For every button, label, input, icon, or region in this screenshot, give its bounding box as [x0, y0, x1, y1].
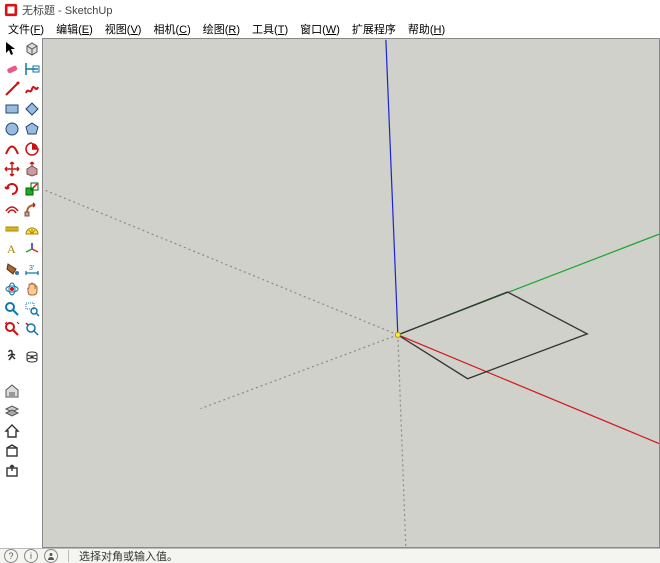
walk-tool[interactable] [3, 348, 21, 366]
circle-tool[interactable] [3, 120, 21, 138]
menu-ext[interactable]: 扩展程序 [346, 21, 402, 37]
rectangle-tool[interactable] [3, 100, 21, 118]
status-hint: 选择对角或输入值。 [79, 548, 178, 563]
axes-tool[interactable] [23, 240, 41, 258]
title-bar: 无标题 - SketchUp [0, 0, 660, 20]
dimension-tool-alt[interactable] [23, 60, 41, 78]
line-tool[interactable] [3, 80, 21, 98]
menu-edit[interactable]: 编辑(E) [50, 21, 99, 37]
menu-help[interactable]: 帮助(H) [402, 21, 451, 37]
select-tool[interactable] [3, 40, 21, 58]
info-icon[interactable]: i [24, 549, 38, 563]
menu-view[interactable]: 视图(V) [99, 21, 148, 37]
zoom-extents-tool[interactable] [3, 320, 21, 338]
text-tool[interactable]: A [3, 240, 21, 258]
move-tool[interactable] [3, 160, 21, 178]
section-tool[interactable] [23, 348, 41, 366]
menu-tools[interactable]: 工具(T) [246, 21, 294, 37]
svg-text:3': 3' [29, 265, 34, 272]
house-tool[interactable] [3, 422, 21, 440]
work-area: A 3' [0, 38, 660, 548]
followme-tool[interactable] [23, 200, 41, 218]
eraser-tool[interactable] [3, 60, 21, 78]
dimension-tool[interactable]: 3' [23, 260, 41, 278]
svg-text:A: A [7, 242, 16, 256]
zoom-tool[interactable] [3, 300, 21, 318]
pan-tool[interactable] [23, 280, 41, 298]
app-icon [4, 3, 18, 17]
paint-tool[interactable] [3, 260, 21, 278]
menu-draw[interactable]: 绘图(R) [197, 21, 246, 37]
menu-camera[interactable]: 相机(C) [147, 21, 196, 37]
zoom-window-tool[interactable] [23, 300, 41, 318]
scale-tool[interactable] [23, 180, 41, 198]
rotated-rect-tool[interactable] [23, 100, 41, 118]
previous-view-tool[interactable] [23, 320, 41, 338]
menu-window[interactable]: 窗口(W) [294, 21, 346, 37]
component-tool[interactable] [23, 40, 41, 58]
layers-tool[interactable] [3, 402, 21, 420]
window-title: 无标题 - SketchUp [22, 2, 112, 18]
user-icon[interactable] [44, 549, 58, 563]
status-bar: ? i 选择对角或输入值。 [0, 548, 660, 563]
viewport-canvas [43, 39, 659, 547]
extensions-tool[interactable] [3, 442, 21, 460]
polygon-tool[interactable] [23, 120, 41, 138]
menu-bar: 文件(F) 编辑(E) 视图(V) 相机(C) 绘图(R) 工具(T) 窗口(W… [0, 20, 660, 38]
toolbar-col-2: 3' [22, 38, 42, 366]
protractor-tool[interactable] [23, 220, 41, 238]
arc-tool[interactable] [3, 140, 21, 158]
offset-tool[interactable] [3, 200, 21, 218]
tape-tool[interactable] [3, 220, 21, 238]
rotate-tool[interactable] [3, 180, 21, 198]
menu-file[interactable]: 文件(F) [2, 21, 50, 37]
help-icon[interactable]: ? [4, 549, 18, 563]
export-tool[interactable] [3, 462, 21, 480]
pushpull-tool[interactable] [23, 160, 41, 178]
freehand-tool[interactable] [23, 80, 41, 98]
orbit-tool[interactable] [3, 280, 21, 298]
viewport-3d[interactable] [42, 38, 660, 548]
toolbar-col-1: A [2, 38, 22, 480]
pie-tool[interactable] [23, 140, 41, 158]
warehouse-tool[interactable] [3, 382, 21, 400]
